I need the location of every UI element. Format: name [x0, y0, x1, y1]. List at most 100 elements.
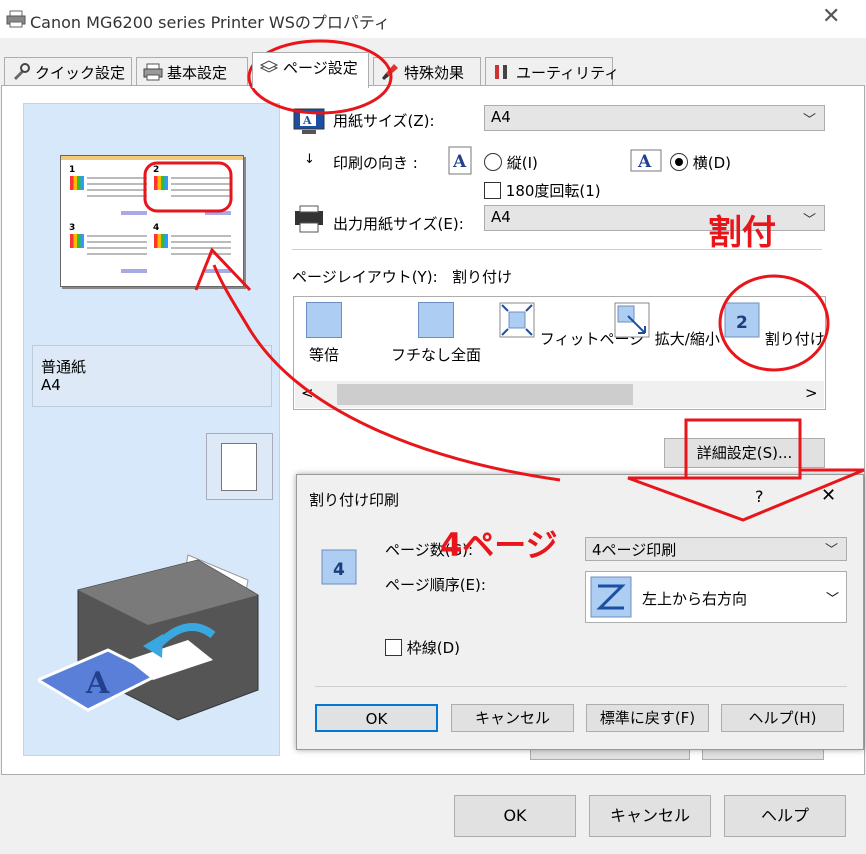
page-number: 1 [69, 165, 76, 175]
chevron-down-icon: ﹀ [802, 213, 816, 228]
paper-size-select[interactable]: A4 ﹀ [484, 105, 825, 131]
printer-icon [143, 63, 163, 81]
pages-stack-icon [259, 60, 279, 73]
bullet-arrow-icon: ↓ [304, 152, 315, 167]
media-type: 普通紙 [41, 358, 87, 376]
page-order-select[interactable]: 左上から右方向 ﹀ [585, 571, 847, 623]
tab-effects[interactable]: 特殊効果 [373, 57, 481, 87]
ok-button[interactable]: OK [454, 795, 576, 837]
tab-maintenance[interactable]: ユーティリティ [485, 57, 619, 87]
page-layout-value: 割り付け [452, 268, 513, 286]
dialog-title: 割り付け印刷 [309, 491, 400, 509]
layout-item-label: 拡大/縮小 [654, 330, 720, 348]
checkbox-box[interactable] [385, 639, 402, 656]
printer-illustration-icon: A [38, 554, 259, 721]
landscape-label: 横(D) [692, 154, 732, 172]
n-up-icon: 4 [321, 549, 357, 585]
color-bars-icon [70, 176, 84, 190]
svg-text:4: 4 [333, 560, 345, 580]
scroll-thumb[interactable] [337, 384, 633, 405]
layout-borderless[interactable]: フチなし全面 [388, 302, 484, 365]
page-number: 4 [153, 223, 160, 233]
chevron-down-icon: ﹀ [824, 543, 838, 558]
output-size-label: 出力用紙サイズ(E): [333, 215, 464, 233]
preview-page-2: 2 [153, 165, 235, 221]
color-bars-icon [154, 234, 168, 248]
page-icon [306, 302, 342, 338]
color-bars-icon [70, 234, 84, 248]
paper-size-label: 用紙サイズ(Z): [333, 112, 435, 130]
details-button[interactable]: 詳細設定(S)... [664, 438, 825, 468]
svg-text:A: A [302, 114, 312, 127]
preview-page-4: 4 [153, 223, 235, 279]
svg-text:A: A [85, 666, 110, 701]
radio-landscape[interactable] [670, 153, 688, 171]
cancel-button[interactable]: キャンセル [589, 795, 711, 837]
rotate-label: 180度回転(1) [505, 182, 601, 200]
media-size: A4 [41, 376, 61, 394]
scale-icon [614, 302, 650, 338]
printer-icon [295, 205, 323, 233]
printer-icon [6, 10, 26, 28]
page-number: 3 [69, 223, 76, 233]
layout-item-label: 等倍 [308, 346, 339, 364]
svg-text:A: A [452, 152, 467, 172]
color-bars-icon [154, 176, 168, 190]
page-order-value: 左上から右方向 [642, 590, 748, 608]
tab-label: 特殊効果 [404, 64, 465, 82]
layout-item-label: フチなし全面 [390, 346, 481, 364]
n-up-dialog: 割り付け印刷 ? ✕ 4 ページ数(G): 4ページ印刷 ﹀ ページ順序(E):… [296, 474, 864, 750]
layout-scaled[interactable]: 拡大/縮小 [614, 302, 720, 349]
preview-sheet: 1 2 3 4 [60, 155, 244, 287]
portrait-page-icon: A [448, 146, 472, 175]
chevron-down-icon: ﹀ [826, 592, 840, 607]
page-icon [418, 302, 454, 338]
tab-quick-setup[interactable]: クイック設定 [4, 57, 132, 87]
annotation-four-pages: 4ページ [440, 526, 558, 564]
help-button[interactable]: ? [755, 487, 764, 506]
pages-per-sheet-value: 4ページ印刷 [592, 541, 677, 559]
title-bar: Canon MG6200 series Printer WSのプロパティ ✕ [0, 0, 866, 38]
output-size-value: A4 [491, 208, 511, 226]
scroll-left-button[interactable]: < [301, 384, 314, 402]
rotate-180-checkbox[interactable]: 180度回転(1) [484, 180, 601, 201]
page-order-label: ページ順序(E): [385, 576, 486, 594]
radio-portrait[interactable] [484, 153, 502, 171]
dialog-close-button[interactable]: ✕ [821, 485, 836, 506]
portrait-label: 縦(I) [506, 154, 538, 172]
svg-text:2: 2 [736, 313, 748, 333]
restore-defaults-button[interactable]: 標準に戻す(F) [586, 704, 709, 732]
n-up-icon: 2 [724, 302, 760, 338]
checkbox-box[interactable] [484, 182, 501, 199]
landscape-page-icon: A [630, 149, 662, 172]
landscape-radio[interactable]: 横(D) [670, 152, 731, 173]
close-button[interactable]: ✕ [822, 4, 840, 29]
svg-text:A: A [637, 152, 652, 172]
page-icon [221, 443, 257, 491]
pages-per-sheet-select[interactable]: 4ページ印刷 ﹀ [585, 537, 847, 561]
page-number: 2 [153, 165, 160, 175]
scroll-right-button[interactable]: > [805, 384, 818, 402]
tab-page-setup[interactable]: ページ設定 [252, 52, 369, 88]
portrait-radio[interactable]: 縦(I) [484, 152, 538, 173]
monitor-icon: A [293, 108, 325, 134]
dialog-cancel-button[interactable]: キャンセル [451, 704, 574, 732]
page-border-checkbox[interactable]: 枠線(D) [385, 637, 460, 658]
layout-scrollbar[interactable]: < > [295, 381, 824, 408]
help-footer-button[interactable]: ヘルプ [724, 795, 846, 837]
page-layout-label: ページレイアウト(Y): [292, 268, 438, 286]
layout-n-up[interactable]: 2 割り付け [724, 302, 825, 349]
tools-icon [495, 65, 507, 79]
dialog-help-button[interactable]: ヘルプ(H) [721, 704, 844, 732]
layout-fit-page[interactable]: フィットページ [499, 302, 644, 349]
dialog-ok-button[interactable]: OK [315, 704, 438, 732]
media-info: 普通紙 A4 [32, 345, 272, 407]
tab-main[interactable]: 基本設定 [136, 57, 248, 87]
paper-size-value: A4 [491, 108, 511, 126]
tab-label: ユーティリティ [516, 64, 620, 82]
layout-normal[interactable]: 等倍 [304, 302, 344, 365]
orientation-preview [206, 433, 273, 500]
annotation-warituke: 割付 [708, 213, 776, 253]
preview-page-1: 1 [69, 165, 151, 221]
paintbrush-icon [382, 64, 398, 80]
